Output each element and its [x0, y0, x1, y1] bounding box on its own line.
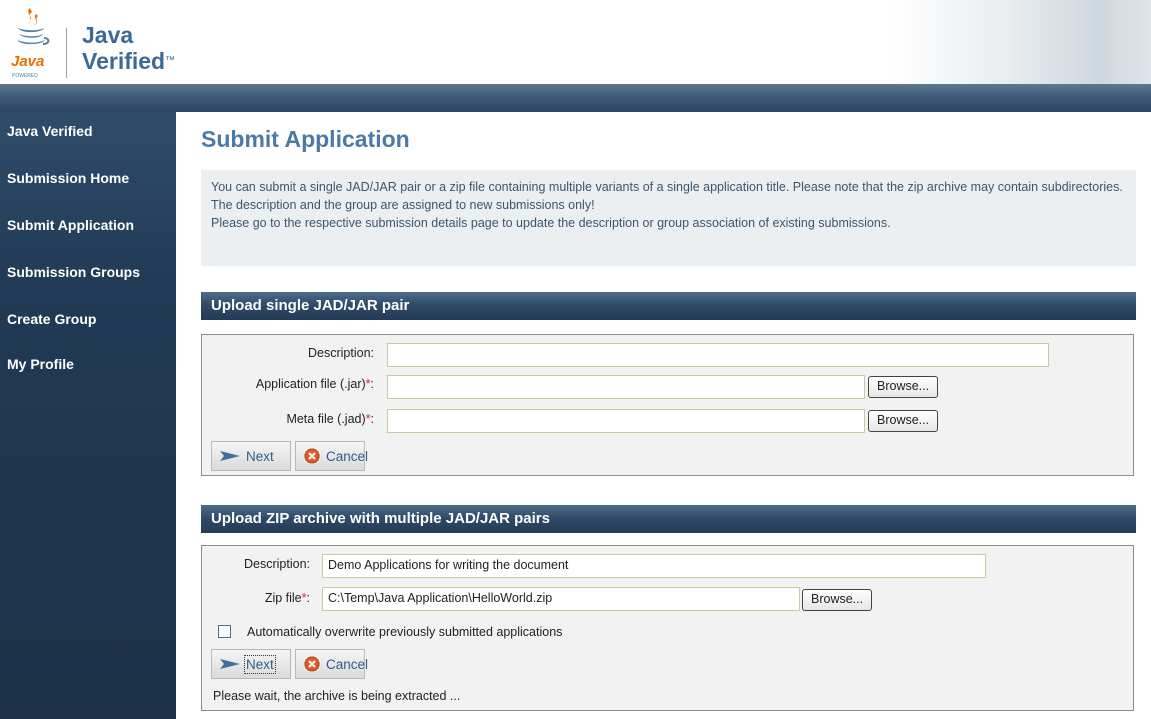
zip-browse-button[interactable]: Browse... — [802, 589, 873, 611]
cancel-icon — [304, 656, 320, 672]
info-text-new-only: The description and the group are assign… — [211, 198, 595, 212]
info-text-details-page: Please go to the respective submission d… — [211, 216, 891, 230]
brand-verified: Verified — [82, 48, 166, 74]
sidebar-item-submission-groups[interactable]: Submission Groups — [7, 264, 140, 280]
brand-java: Java — [82, 22, 134, 48]
zip-upload-panel: Description: Demo Applications for writi… — [201, 545, 1134, 711]
jad-file-input[interactable] — [387, 409, 865, 433]
section-header-single: Upload single JAD/JAR pair — [201, 292, 1136, 320]
trademark: ™ — [165, 55, 176, 66]
sidebar-item-submission-home[interactable]: Submission Home — [7, 170, 129, 186]
cancel-icon — [304, 448, 320, 464]
jar-file-input[interactable] — [387, 375, 865, 399]
jar-file-label: Application file (.jar)*: — [256, 377, 374, 391]
info-text-zip: You can submit a single JAD/JAR pair or … — [211, 180, 1123, 194]
label-colon: : — [370, 412, 374, 426]
overwrite-label[interactable]: Automatically overwrite previously submi… — [247, 625, 562, 639]
zip-cancel-label: Cancel — [326, 656, 369, 672]
label-colon: : — [306, 591, 310, 605]
single-description-label: Description: — [308, 346, 374, 360]
sidebar-item-my-profile[interactable]: My Profile — [7, 356, 74, 372]
jar-browse-button[interactable]: Browse... — [868, 376, 939, 398]
page-title: Submit Application — [201, 126, 410, 152]
top-nav-bar — [0, 84, 1151, 112]
overwrite-checkbox[interactable] — [218, 625, 231, 638]
zip-next-label: Next — [244, 654, 276, 674]
single-next-label: Next — [246, 448, 274, 464]
single-next-button[interactable]: Next — [211, 441, 291, 471]
label-colon: : — [370, 377, 374, 391]
section-header-zip: Upload ZIP archive with multiple JAD/JAR… — [201, 505, 1136, 533]
header: Java POWERED Java Verified™ — [0, 0, 1151, 84]
brand-verified-line: Verified™ — [82, 48, 175, 74]
arrow-right-icon — [220, 451, 240, 462]
single-upload-panel: Description: Application file (.jar)*: B… — [201, 334, 1134, 476]
sidebar: Java Verified Submission Home Submit App… — [0, 112, 176, 719]
extraction-status: Please wait, the archive is being extrac… — [213, 689, 461, 703]
zip-file-label: Zip file*: — [265, 591, 310, 605]
zip-next-button[interactable]: Next — [211, 649, 291, 679]
sidebar-item-java-verified[interactable]: Java Verified — [7, 123, 93, 139]
single-cancel-button[interactable]: Cancel — [295, 441, 369, 471]
zip-description-label: Description: — [244, 557, 310, 571]
logo-powered-text: POWERED — [12, 73, 38, 79]
jad-browse-button[interactable]: Browse... — [868, 410, 939, 432]
sidebar-item-create-group[interactable]: Create Group — [7, 311, 96, 327]
logo-java-text: Java — [11, 53, 44, 70]
jad-file-label-text: Meta file (.jad) — [286, 412, 366, 426]
jar-file-label-text: Application file (.jar) — [255, 377, 366, 391]
arrow-right-icon — [220, 659, 240, 670]
zip-file-input[interactable]: C:\Temp\Java Application\HelloWorld.zip — [322, 587, 800, 611]
sidebar-item-submit-application[interactable]: Submit Application — [7, 217, 134, 233]
single-cancel-label: Cancel — [326, 448, 369, 464]
zip-description-input[interactable]: Demo Applications for writing the docume… — [322, 554, 986, 578]
zip-cancel-button[interactable]: Cancel — [295, 649, 369, 679]
java-logo-icon: Java POWERED — [11, 8, 50, 79]
zip-file-label-text: Zip file — [264, 591, 302, 605]
header-gradient — [891, 0, 1151, 84]
info-box: You can submit a single JAD/JAR pair or … — [201, 170, 1136, 266]
jad-file-label: Meta file (.jad)*: — [286, 412, 374, 426]
brand-name: Java Verified™ — [82, 22, 175, 74]
single-description-input[interactable] — [387, 343, 1049, 367]
logo-divider — [66, 28, 67, 78]
